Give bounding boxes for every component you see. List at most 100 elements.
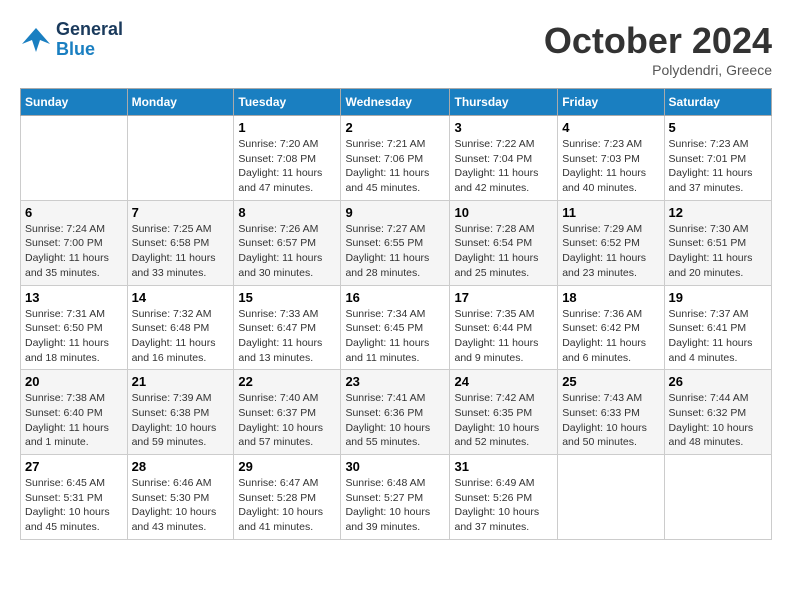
calendar-cell: 5 Sunrise: 7:23 AM Sunset: 7:01 PM Daylig…: [664, 116, 771, 201]
day-number: 22: [238, 374, 336, 389]
day-number: 13: [25, 290, 123, 305]
day-number: 11: [562, 205, 659, 220]
day-number: 20: [25, 374, 123, 389]
day-info: Sunrise: 7:29 AM Sunset: 6:52 PM Dayligh…: [562, 222, 659, 281]
calendar-cell: 2 Sunrise: 7:21 AM Sunset: 7:06 PM Daylig…: [341, 116, 450, 201]
day-number: 5: [669, 120, 767, 135]
day-number: 2: [345, 120, 445, 135]
calendar-table: SundayMondayTuesdayWednesdayThursdayFrid…: [20, 88, 772, 540]
month-title: October 2024: [544, 20, 772, 62]
calendar-week-row: 27 Sunrise: 6:45 AM Sunset: 5:31 PM Dayli…: [21, 455, 772, 540]
weekday-header: Saturday: [664, 89, 771, 116]
logo-line2: Blue: [56, 39, 95, 59]
calendar-cell: [558, 455, 664, 540]
day-number: 27: [25, 459, 123, 474]
logo-line1: General: [56, 19, 123, 39]
day-info: Sunrise: 7:28 AM Sunset: 6:54 PM Dayligh…: [454, 222, 553, 281]
day-number: 19: [669, 290, 767, 305]
day-info: Sunrise: 7:42 AM Sunset: 6:35 PM Dayligh…: [454, 391, 553, 450]
calendar-cell: 12Sunrise: 7:30 AM Sunset: 6:51 PM Dayli…: [664, 200, 771, 285]
logo-icon: [20, 26, 52, 54]
day-number: 31: [454, 459, 553, 474]
day-info: Sunrise: 7:44 AM Sunset: 6:32 PM Dayligh…: [669, 391, 767, 450]
day-info: Sunrise: 7:23 AM Sunset: 7:01 PM Dayligh…: [669, 137, 767, 196]
calendar-cell: 19 Sunrise: 7:37 AM Sunset: 6:41 PM Dayli…: [664, 285, 771, 370]
calendar-cell: 11 Sunrise: 7:29 AM Sunset: 6:52 PM Dayli…: [558, 200, 664, 285]
calendar-cell: 1Sunrise: 7:20 AM Sunset: 7:08 PM Daylig…: [234, 116, 341, 201]
calendar-cell: 13 Sunrise: 7:31 AM Sunset: 6:50 PM Dayli…: [21, 285, 128, 370]
day-info: Sunrise: 7:43 AM Sunset: 6:33 PM Dayligh…: [562, 391, 659, 450]
day-info: Sunrise: 7:39 AM Sunset: 6:38 PM Dayligh…: [132, 391, 230, 450]
weekday-header-row: SundayMondayTuesdayWednesdayThursdayFrid…: [21, 89, 772, 116]
weekday-header: Tuesday: [234, 89, 341, 116]
day-number: 15: [238, 290, 336, 305]
day-number: 24: [454, 374, 553, 389]
calendar-cell: 28 Sunrise: 6:46 AM Sunset: 5:30 PM Dayli…: [127, 455, 234, 540]
day-info: Sunrise: 6:47 AM Sunset: 5:28 PM Dayligh…: [238, 476, 336, 535]
calendar-cell: 26 Sunrise: 7:44 AM Sunset: 6:32 PM Dayli…: [664, 370, 771, 455]
day-info: Sunrise: 7:37 AM Sunset: 6:41 PM Dayligh…: [669, 307, 767, 366]
calendar-week-row: 6Sunrise: 7:24 AM Sunset: 7:00 PM Daylig…: [21, 200, 772, 285]
day-info: Sunrise: 6:46 AM Sunset: 5:30 PM Dayligh…: [132, 476, 230, 535]
calendar-cell: 27 Sunrise: 6:45 AM Sunset: 5:31 PM Dayli…: [21, 455, 128, 540]
calendar-cell: 20 Sunrise: 7:38 AM Sunset: 6:40 PM Dayli…: [21, 370, 128, 455]
day-info: Sunrise: 7:38 AM Sunset: 6:40 PM Dayligh…: [25, 391, 123, 450]
day-number: 18: [562, 290, 659, 305]
weekday-header: Monday: [127, 89, 234, 116]
calendar-cell: 9 Sunrise: 7:27 AM Sunset: 6:55 PM Daylig…: [341, 200, 450, 285]
day-info: Sunrise: 7:21 AM Sunset: 7:06 PM Dayligh…: [345, 137, 445, 196]
day-number: 28: [132, 459, 230, 474]
day-number: 30: [345, 459, 445, 474]
calendar-cell: 18 Sunrise: 7:36 AM Sunset: 6:42 PM Dayli…: [558, 285, 664, 370]
day-number: 1: [238, 120, 336, 135]
logo-text: General Blue: [56, 20, 123, 60]
calendar-cell: 16Sunrise: 7:34 AM Sunset: 6:45 PM Dayli…: [341, 285, 450, 370]
day-number: 4: [562, 120, 659, 135]
day-info: Sunrise: 7:31 AM Sunset: 6:50 PM Dayligh…: [25, 307, 123, 366]
calendar-cell: 10 Sunrise: 7:28 AM Sunset: 6:54 PM Dayli…: [450, 200, 558, 285]
calendar-cell: 17 Sunrise: 7:35 AM Sunset: 6:44 PM Dayli…: [450, 285, 558, 370]
day-info: Sunrise: 7:34 AM Sunset: 6:45 PM Dayligh…: [345, 307, 445, 366]
weekday-header: Friday: [558, 89, 664, 116]
weekday-header: Thursday: [450, 89, 558, 116]
day-info: Sunrise: 6:45 AM Sunset: 5:31 PM Dayligh…: [25, 476, 123, 535]
day-info: Sunrise: 7:26 AM Sunset: 6:57 PM Dayligh…: [238, 222, 336, 281]
calendar-cell: 30Sunrise: 6:48 AM Sunset: 5:27 PM Dayli…: [341, 455, 450, 540]
day-number: 26: [669, 374, 767, 389]
title-block: October 2024 Polydendri, Greece: [544, 20, 772, 78]
calendar-cell: 3Sunrise: 7:22 AM Sunset: 7:04 PM Daylig…: [450, 116, 558, 201]
day-info: Sunrise: 7:25 AM Sunset: 6:58 PM Dayligh…: [132, 222, 230, 281]
day-number: 12: [669, 205, 767, 220]
day-number: 14: [132, 290, 230, 305]
day-info: Sunrise: 7:36 AM Sunset: 6:42 PM Dayligh…: [562, 307, 659, 366]
day-number: 10: [454, 205, 553, 220]
calendar-cell: 31Sunrise: 6:49 AM Sunset: 5:26 PM Dayli…: [450, 455, 558, 540]
calendar-cell: 4 Sunrise: 7:23 AM Sunset: 7:03 PM Daylig…: [558, 116, 664, 201]
calendar-cell: 15Sunrise: 7:33 AM Sunset: 6:47 PM Dayli…: [234, 285, 341, 370]
day-info: Sunrise: 7:40 AM Sunset: 6:37 PM Dayligh…: [238, 391, 336, 450]
day-info: Sunrise: 7:22 AM Sunset: 7:04 PM Dayligh…: [454, 137, 553, 196]
calendar-cell: 6Sunrise: 7:24 AM Sunset: 7:00 PM Daylig…: [21, 200, 128, 285]
calendar-cell: 8Sunrise: 7:26 AM Sunset: 6:57 PM Daylig…: [234, 200, 341, 285]
calendar-cell: 7Sunrise: 7:25 AM Sunset: 6:58 PM Daylig…: [127, 200, 234, 285]
day-info: Sunrise: 7:32 AM Sunset: 6:48 PM Dayligh…: [132, 307, 230, 366]
calendar-cell: 21Sunrise: 7:39 AM Sunset: 6:38 PM Dayli…: [127, 370, 234, 455]
day-info: Sunrise: 7:24 AM Sunset: 7:00 PM Dayligh…: [25, 222, 123, 281]
page-header: General Blue October 2024 Polydendri, Gr…: [20, 20, 772, 78]
day-info: Sunrise: 7:41 AM Sunset: 6:36 PM Dayligh…: [345, 391, 445, 450]
calendar-cell: 24 Sunrise: 7:42 AM Sunset: 6:35 PM Dayli…: [450, 370, 558, 455]
calendar-cell: [21, 116, 128, 201]
day-info: Sunrise: 7:35 AM Sunset: 6:44 PM Dayligh…: [454, 307, 553, 366]
calendar-week-row: 1Sunrise: 7:20 AM Sunset: 7:08 PM Daylig…: [21, 116, 772, 201]
calendar-cell: 14 Sunrise: 7:32 AM Sunset: 6:48 PM Dayli…: [127, 285, 234, 370]
day-number: 17: [454, 290, 553, 305]
day-info: Sunrise: 7:27 AM Sunset: 6:55 PM Dayligh…: [345, 222, 445, 281]
location-subtitle: Polydendri, Greece: [544, 62, 772, 78]
day-number: 29: [238, 459, 336, 474]
calendar-cell: 29 Sunrise: 6:47 AM Sunset: 5:28 PM Dayli…: [234, 455, 341, 540]
day-number: 9: [345, 205, 445, 220]
day-info: Sunrise: 7:23 AM Sunset: 7:03 PM Dayligh…: [562, 137, 659, 196]
calendar-cell: 25Sunrise: 7:43 AM Sunset: 6:33 PM Dayli…: [558, 370, 664, 455]
weekday-header: Wednesday: [341, 89, 450, 116]
calendar-cell: 23Sunrise: 7:41 AM Sunset: 6:36 PM Dayli…: [341, 370, 450, 455]
